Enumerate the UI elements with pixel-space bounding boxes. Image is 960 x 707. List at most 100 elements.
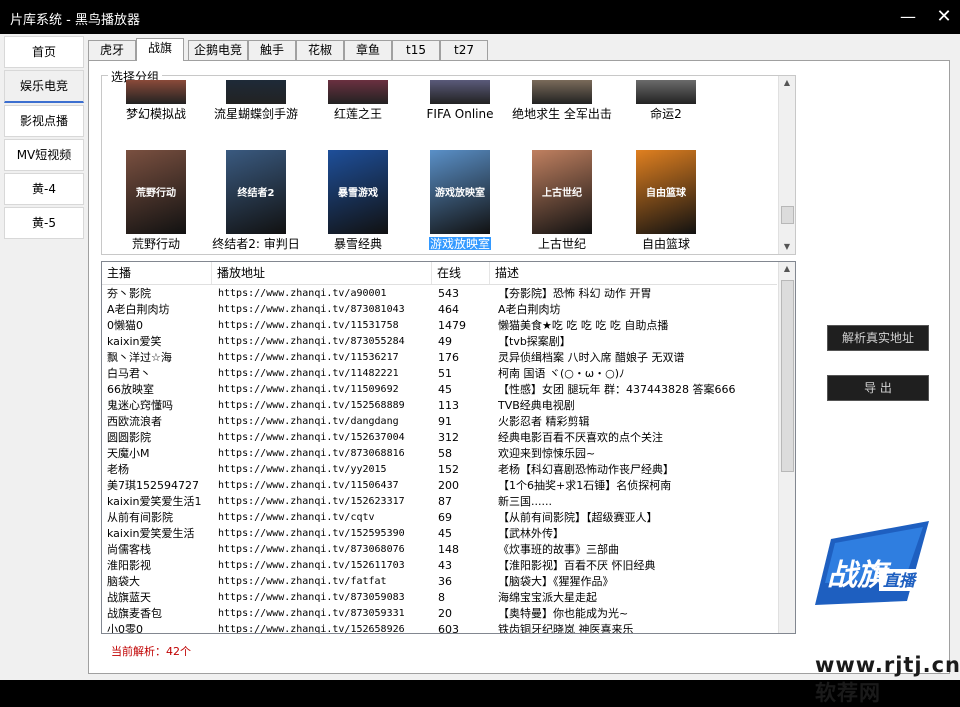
group-item[interactable]: 暴雪游戏 暴雪经典 — [308, 150, 408, 250]
group-item[interactable]: 游戏放映室 游戏放映室 — [410, 150, 510, 250]
url-cell[interactable]: https://www.zhanqi.tv/873055284 — [218, 334, 435, 350]
group-scrollbar[interactable]: ▲ ▼ — [778, 76, 795, 254]
table-row[interactable]: 小0零0 https://www.zhanqi.tv/152658926 603 铁齿… — [102, 622, 777, 633]
description-cell[interactable]: 海绵宝宝派大星走起 — [498, 590, 778, 606]
description-cell[interactable]: 火影忍者 精彩剪辑 — [498, 414, 778, 430]
url-cell[interactable]: https://www.zhanqi.tv/11536217 — [218, 350, 435, 366]
group-thumbnail-image[interactable] — [126, 80, 186, 104]
anchor-cell[interactable]: 淮阳影视 — [107, 558, 215, 574]
online-cell[interactable]: 148 — [438, 542, 494, 558]
group-thumbnail-image[interactable]: 游戏放映室 — [430, 150, 490, 234]
sidebar-item-home[interactable]: 首页 — [4, 36, 84, 68]
group-item-label[interactable]: 终结者2: 审判日 — [206, 237, 306, 250]
group-thumbnail-image[interactable] — [328, 80, 388, 104]
group-item-label[interactable]: 自由篮球 — [616, 237, 716, 250]
description-cell[interactable]: 老杨【科幻喜剧恐怖动作丧尸经典】 — [498, 462, 778, 478]
anchor-cell[interactable]: 尚儒客栈 — [107, 542, 215, 558]
tab-t27[interactable]: t27 — [440, 40, 488, 60]
table-row[interactable]: A老白荆肉坊 https://www.zhanqi.tv/873081043 464… — [102, 302, 777, 318]
online-cell[interactable]: 45 — [438, 382, 494, 398]
online-cell[interactable]: 69 — [438, 510, 494, 526]
online-cell[interactable]: 603 — [438, 622, 494, 633]
description-cell[interactable]: 灵异侦缉档案 八时入席 醋娘子 无双谱 — [498, 350, 778, 366]
url-cell[interactable]: https://www.zhanqi.tv/873081043 — [218, 302, 435, 318]
url-cell[interactable]: https://www.zhanqi.tv/yy2015 — [218, 462, 435, 478]
parse-real-address-button[interactable]: 解析真实地址 — [827, 325, 929, 351]
group-thumbnail-image[interactable] — [532, 80, 592, 104]
group-item-label[interactable]: 命运2 — [616, 107, 716, 121]
anchor-cell[interactable]: 飘丶洋过☆海 — [107, 350, 215, 366]
column-header-anchor[interactable]: 主播 — [102, 262, 212, 284]
description-cell[interactable]: 《炊事班的故事》三部曲 — [498, 542, 778, 558]
table-scrollbar[interactable]: ▲ — [778, 262, 795, 633]
group-item[interactable]: 梦幻模拟战 — [106, 80, 206, 121]
group-item-label[interactable]: 暴雪经典 — [308, 237, 408, 250]
anchor-cell[interactable]: 西欧流浪者 — [107, 414, 215, 430]
online-cell[interactable]: 543 — [438, 286, 494, 302]
tab-huya[interactable]: 虎牙 — [88, 40, 136, 60]
url-cell[interactable]: https://www.zhanqi.tv/cqtv — [218, 510, 435, 526]
scroll-down-icon[interactable]: ▼ — [779, 240, 795, 254]
url-cell[interactable]: https://www.zhanqi.tv/152623317 — [218, 494, 435, 510]
group-item-label[interactable]: 梦幻模拟战 — [106, 107, 206, 121]
scroll-thumb[interactable] — [781, 206, 794, 224]
table-row[interactable]: 美7琪152594727 https://www.zhanqi.tv/115064… — [102, 478, 777, 494]
anchor-cell[interactable]: 从前有间影院 — [107, 510, 215, 526]
url-cell[interactable]: https://www.zhanqi.tv/873059083 — [218, 590, 435, 606]
group-thumbnail-image[interactable] — [430, 80, 490, 104]
sidebar-item-entertainment[interactable]: 娱乐电竞 — [4, 70, 84, 103]
group-item[interactable]: FIFA Online — [410, 80, 510, 121]
table-row[interactable]: 尚儒客栈 https://www.zhanqi.tv/873068076 148 《炊… — [102, 542, 777, 558]
table-row[interactable]: 圆圆影院 https://www.zhanqi.tv/152637004 312 经典… — [102, 430, 777, 446]
description-cell[interactable]: 【从前有间影院】【超级赛亚人】 — [498, 510, 778, 526]
online-cell[interactable]: 152 — [438, 462, 494, 478]
group-thumbnail-image[interactable]: 自由篮球 — [636, 150, 696, 234]
group-thumbnail-image[interactable] — [636, 80, 696, 104]
export-button[interactable]: 导 出 — [827, 375, 929, 401]
scroll-up-icon[interactable]: ▲ — [779, 262, 795, 276]
url-cell[interactable]: https://www.zhanqi.tv/11531758 — [218, 318, 435, 334]
url-cell[interactable]: https://www.zhanqi.tv/11506437 — [218, 478, 435, 494]
tab-huajiao[interactable]: 花椒 — [296, 40, 344, 60]
anchor-cell[interactable]: A老白荆肉坊 — [107, 302, 215, 318]
column-header-online[interactable]: 在线 — [432, 262, 490, 284]
description-cell[interactable]: 新三国...... — [498, 494, 778, 510]
table-row[interactable]: 鬼迷心窍懂吗 https://www.zhanqi.tv/152568889 113… — [102, 398, 777, 414]
anchor-cell[interactable]: 白马君丶 — [107, 366, 215, 382]
description-cell[interactable]: A老白荆肉坊 — [498, 302, 778, 318]
anchor-cell[interactable]: 脑袋大 — [107, 574, 215, 590]
anchor-cell[interactable]: 66放映室 — [107, 382, 215, 398]
url-cell[interactable]: https://www.zhanqi.tv/152658926 — [218, 622, 435, 633]
minimize-button[interactable]: — — [896, 6, 920, 28]
group-item[interactable]: 命运2 — [616, 80, 716, 121]
anchor-cell[interactable]: kaixin爱笑爱生活1 — [107, 494, 215, 510]
table-row[interactable]: 战旗麦香包 https://www.zhanqi.tv/873059331 20 【奥… — [102, 606, 777, 622]
tab-zhanqi[interactable]: 战旗 — [136, 38, 184, 61]
sidebar-item-vod[interactable]: 影视点播 — [4, 105, 84, 137]
online-cell[interactable]: 312 — [438, 430, 494, 446]
online-cell[interactable]: 51 — [438, 366, 494, 382]
group-item-label[interactable]: 绝地求生 全军出击 — [512, 107, 612, 121]
online-cell[interactable]: 91 — [438, 414, 494, 430]
anchor-cell[interactable]: 鬼迷心窍懂吗 — [107, 398, 215, 414]
online-cell[interactable]: 1479 — [438, 318, 494, 334]
table-row[interactable]: kaixin爱笑 https://www.zhanqi.tv/873055284 4… — [102, 334, 777, 350]
url-cell[interactable]: https://www.zhanqi.tv/873068076 — [218, 542, 435, 558]
url-cell[interactable]: https://www.zhanqi.tv/152611703 — [218, 558, 435, 574]
group-item[interactable]: 红莲之王 — [308, 80, 408, 121]
group-item[interactable]: 流星蝴蝶剑手游 — [206, 80, 306, 121]
group-item[interactable]: 上古世纪 上古世纪 — [512, 150, 612, 250]
group-item[interactable]: 终结者2 终结者2: 审判日 — [206, 150, 306, 250]
scroll-up-icon[interactable]: ▲ — [779, 76, 795, 90]
online-cell[interactable]: 113 — [438, 398, 494, 414]
anchor-cell[interactable]: 天魔小M — [107, 446, 215, 462]
url-cell[interactable]: https://www.zhanqi.tv/11509692 — [218, 382, 435, 398]
anchor-cell[interactable]: 0懒猫0 — [107, 318, 215, 334]
description-cell[interactable]: 【性感】女团 腿玩年 群：437443828 答案666 — [498, 382, 778, 398]
online-cell[interactable]: 8 — [438, 590, 494, 606]
group-item[interactable]: 绝地求生 全军出击 — [512, 80, 612, 121]
description-cell[interactable]: 经典电影百看不厌喜欢的点个关注 — [498, 430, 778, 446]
url-cell[interactable]: https://www.zhanqi.tv/dangdang — [218, 414, 435, 430]
scroll-thumb[interactable] — [781, 280, 794, 472]
url-cell[interactable]: https://www.zhanqi.tv/11482221 — [218, 366, 435, 382]
